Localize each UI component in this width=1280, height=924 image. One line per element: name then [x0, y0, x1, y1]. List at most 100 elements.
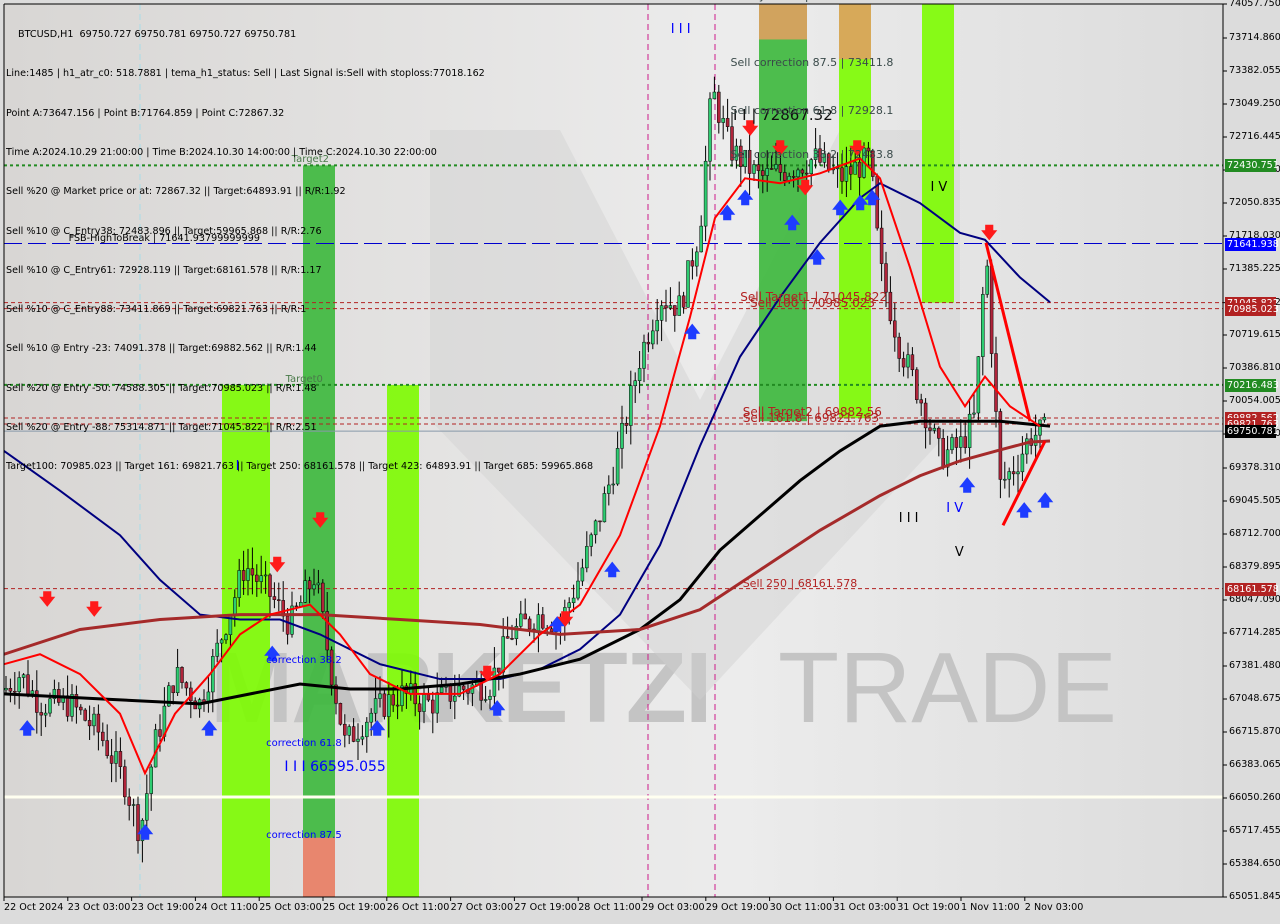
- chart-annotation: correction 38.2: [266, 655, 342, 667]
- candle-bull: [233, 597, 237, 616]
- candle-bear: [673, 305, 677, 316]
- y-tick-label: 71385.225: [1229, 263, 1280, 274]
- candle-bear: [83, 709, 87, 721]
- buy-arrow-icon: 🡅: [201, 719, 218, 738]
- chart-annotation: I V: [930, 180, 948, 196]
- chart-annotation: V: [954, 545, 964, 561]
- x-tick-label: 26 Oct 11:00: [386, 902, 450, 913]
- candle-bull: [580, 567, 585, 582]
- buy-arrow-icon: 🡅: [784, 213, 801, 232]
- buy-arrow-icon: 🡅: [1016, 500, 1033, 519]
- candle-bull: [149, 766, 153, 794]
- price-tag: 71641.938: [1225, 237, 1279, 251]
- y-tick-label: 67048.675: [1229, 693, 1280, 704]
- candle-bull: [224, 634, 228, 641]
- candle-bull: [765, 168, 769, 176]
- candle-bear: [994, 353, 998, 412]
- buy-arrow-icon: 🡅: [719, 203, 736, 222]
- candle-bear: [448, 684, 453, 702]
- chart-annotation: Sell correction 61.8 | 72928.1: [730, 104, 894, 117]
- sell-arrow-icon: 🡇: [981, 223, 998, 242]
- sell-arrow-icon: 🡇: [39, 590, 56, 609]
- candle-bull: [659, 305, 664, 321]
- candle-bull: [1020, 453, 1025, 473]
- candle-bear: [800, 169, 805, 174]
- candle-bull: [571, 597, 576, 603]
- candle-bull: [585, 546, 589, 569]
- info-line: Sell %10 @ C_Entry38: 72483.896 || Targe…: [6, 225, 322, 237]
- y-tick-label: 73049.250: [1229, 98, 1280, 109]
- candle-bear: [624, 422, 629, 426]
- candle-bear: [778, 164, 783, 173]
- chart-annotation: Sell correction 38.2 | 72483.8: [730, 148, 894, 162]
- candle-bull: [536, 614, 541, 632]
- candle-bull: [981, 294, 985, 357]
- chart-annotation: Sell 100 | 70985.023: [750, 295, 875, 310]
- candle-bull: [263, 574, 268, 577]
- candle-bear: [791, 176, 796, 178]
- candle-bear: [598, 520, 602, 523]
- buy-arrow-icon: 🡅: [19, 719, 36, 738]
- candle-bull: [629, 385, 633, 426]
- buy-arrow-icon: 🡅: [864, 188, 881, 207]
- candle-bear: [915, 369, 919, 400]
- info-line: Sell %20 @ Entry -88: 75314.871 || Targe…: [6, 422, 317, 433]
- candle-bull: [637, 368, 642, 381]
- chart-annotation: I I I: [898, 511, 919, 527]
- candle-bull: [259, 575, 263, 582]
- candle-bull: [237, 570, 241, 598]
- candle-bull: [131, 804, 136, 806]
- buy-arrow-icon: 🡅: [489, 699, 506, 718]
- candle-bear: [717, 91, 721, 123]
- candle-bull: [1038, 419, 1042, 436]
- candle-bear: [395, 704, 400, 707]
- candle-bull: [844, 166, 849, 182]
- candle-bear: [954, 437, 959, 448]
- y-tick-label: 65717.455: [1229, 825, 1280, 836]
- candle-bear: [523, 613, 527, 620]
- candle-bear: [351, 726, 356, 742]
- candle-bear: [681, 295, 686, 308]
- candle-bear: [923, 402, 928, 429]
- candle-bear: [941, 438, 945, 468]
- y-tick-label: 70719.615: [1229, 329, 1280, 340]
- candle-bull: [853, 161, 857, 175]
- buy-arrow-icon: 🡅: [737, 188, 754, 207]
- price-tag: 69750.781: [1225, 425, 1279, 439]
- candle-bear: [756, 164, 761, 171]
- x-tick-label: 27 Oct 03:00: [450, 902, 514, 913]
- candle-bull: [633, 380, 637, 387]
- candle-bear: [250, 568, 255, 576]
- candle-bear: [382, 693, 387, 717]
- watermark-text: TRADE: [778, 632, 1117, 744]
- price-tag: 70216.483: [1225, 378, 1279, 392]
- candle-bull: [439, 687, 444, 693]
- y-tick-label: 73382.055: [1229, 65, 1280, 76]
- y-tick-label: 66050.260: [1229, 792, 1280, 803]
- chart-annotation: Sell correction 87.5 | 73411.8: [730, 56, 894, 70]
- candle-bear: [901, 358, 906, 368]
- candle-bull: [752, 164, 756, 174]
- candle-bull: [175, 667, 180, 694]
- candle-bull: [373, 698, 378, 714]
- sell-arrow-icon: 🡇: [269, 555, 286, 574]
- candle-bull: [365, 721, 369, 738]
- y-tick-label: 70054.005: [1229, 395, 1280, 406]
- candle-bear: [761, 170, 765, 176]
- candle-bear: [8, 687, 13, 692]
- candle-bull: [695, 251, 699, 267]
- candle-bear: [857, 161, 862, 178]
- candle-bear: [963, 436, 967, 448]
- y-tick-label: 68047.090: [1229, 594, 1280, 605]
- candle-bear: [1011, 471, 1016, 475]
- x-tick-label: 25 Oct 03:00: [259, 902, 322, 913]
- candle-bull: [422, 694, 426, 712]
- candle-bull: [1003, 478, 1007, 481]
- price-tag: 70985.023: [1225, 302, 1279, 316]
- y-tick-label: 69045.505: [1229, 495, 1280, 506]
- y-tick-label: 66715.870: [1229, 726, 1280, 737]
- candle-bull: [774, 164, 778, 170]
- candle-bear: [461, 685, 466, 690]
- candle-bear: [79, 706, 83, 711]
- candle-bear: [690, 260, 695, 267]
